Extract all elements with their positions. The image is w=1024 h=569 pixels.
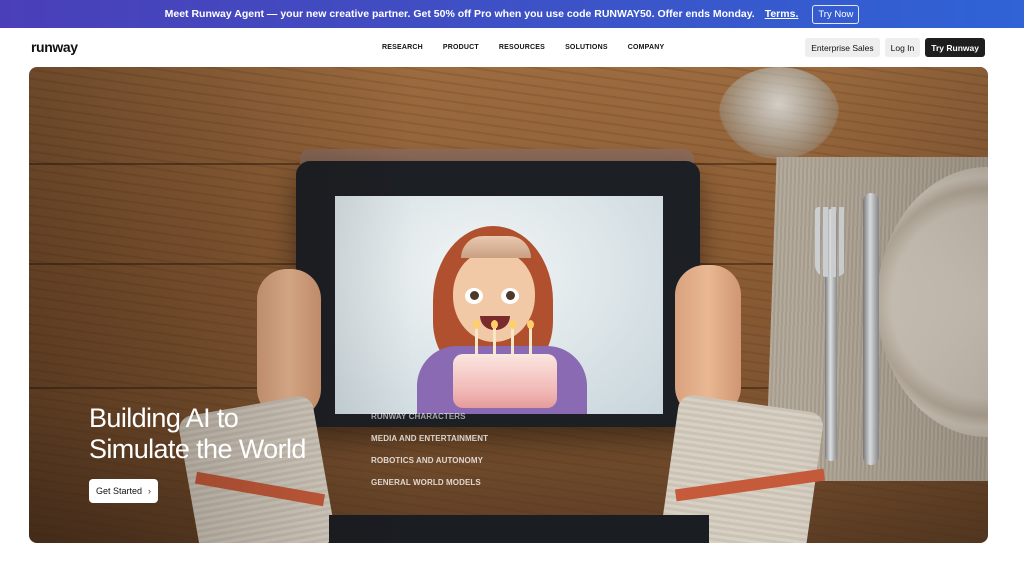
promo-message: Meet Runway Agent — your new creative pa… — [164, 8, 755, 20]
try-runway-button[interactable]: Try Runway — [925, 38, 985, 57]
table-plank-line — [29, 163, 988, 165]
left-hand-image — [257, 269, 321, 419]
character-hair — [433, 226, 553, 376]
sleeve-stripe — [674, 468, 826, 502]
placemat-image — [765, 157, 988, 481]
nav-research[interactable]: RESEARCH — [382, 44, 423, 51]
character-dress — [417, 346, 587, 414]
character-mouth — [480, 316, 510, 330]
hero-title-line: Simulate the World — [89, 434, 306, 464]
chevron-right-icon: › — [148, 486, 152, 496]
nav-company[interactable]: COMPANY — [628, 44, 665, 51]
category-list: RUNWAY CHARACTERS MEDIA AND ENTERTAINMEN… — [371, 412, 488, 500]
category-runway-characters[interactable]: RUNWAY CHARACTERS — [371, 412, 488, 421]
table-plank-line — [29, 263, 988, 265]
plate-image — [877, 167, 988, 437]
terms-link[interactable]: Terms. — [765, 8, 799, 20]
right-hand-image — [675, 265, 741, 417]
fork-tines-image — [815, 207, 847, 277]
runway-logo[interactable]: runway — [31, 39, 78, 55]
knife-image — [863, 193, 879, 465]
hero-title-line: Building AI to — [89, 403, 239, 433]
tablet-case-image — [300, 149, 694, 169]
fork-image — [825, 209, 837, 461]
category-general-world-models[interactable]: GENERAL WORLD MODELS — [371, 478, 488, 487]
tablet-image — [296, 161, 700, 427]
birthday-cake — [453, 354, 557, 408]
category-robotics-autonomy[interactable]: ROBOTICS AND AUTONOMY — [371, 456, 488, 465]
nav-resources[interactable]: RESOURCES — [499, 44, 545, 51]
nav-product[interactable]: PRODUCT — [443, 44, 479, 51]
site-header: runway RESEARCH PRODUCT RESOURCES SOLUTI… — [0, 28, 1024, 66]
try-now-button[interactable]: Try Now — [812, 4, 860, 24]
candle — [527, 320, 534, 354]
hero-title: Building AI to Simulate the World — [89, 403, 306, 465]
character-eye — [501, 288, 519, 304]
login-button[interactable]: Log In — [884, 38, 921, 57]
table-plank-line — [29, 387, 988, 389]
get-started-label: Get Started — [96, 486, 143, 496]
promo-banner: Meet Runway Agent — your new creative pa… — [0, 0, 1024, 28]
character-tiara — [461, 236, 531, 258]
get-started-button[interactable]: Get Started › — [89, 479, 159, 503]
nav-solutions[interactable]: SOLUTIONS — [565, 44, 608, 51]
water-glass-image — [719, 67, 839, 159]
category-media-entertainment[interactable]: MEDIA AND ENTERTAINMENT — [371, 434, 488, 443]
main-nav: RESEARCH PRODUCT RESOURCES SOLUTIONS COM… — [382, 44, 664, 51]
tablet-screen-image — [335, 196, 663, 414]
enterprise-sales-button[interactable]: Enterprise Sales — [805, 38, 880, 57]
character-eye — [465, 288, 483, 304]
character-face — [453, 250, 535, 342]
header-actions: Enterprise Sales Log In Try Runway — [805, 38, 985, 57]
hero-section: Building AI to Simulate the World RUNWAY… — [29, 67, 988, 543]
candle — [473, 320, 480, 354]
right-sleeve-image — [659, 393, 825, 543]
candle — [509, 320, 516, 354]
sleeve-stripe — [194, 471, 326, 507]
shirt-image — [329, 515, 709, 543]
candle — [491, 320, 498, 354]
